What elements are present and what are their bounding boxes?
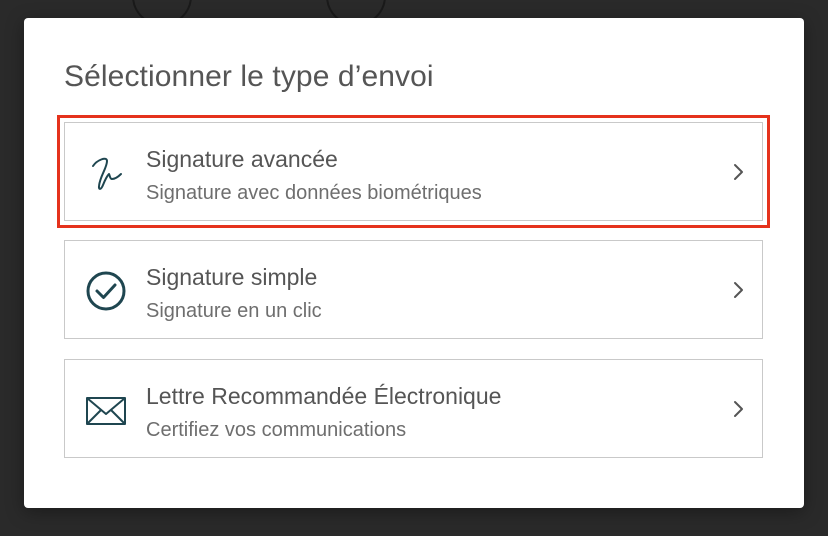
option-title: Signature avancée [146,146,338,172]
chevron-right-icon [728,161,748,183]
option-subtitle: Signature avec données biométriques [146,182,482,204]
chevron-right-icon [728,279,748,301]
dialog-title: Sélectionner le type d’envoi [64,60,434,93]
send-type-dialog: Sélectionner le type d’envoi Signature a… [24,18,804,508]
option-title: Signature simple [146,264,318,290]
chevron-right-icon [728,398,748,420]
option-advanced-signature[interactable]: Signature avancée Signature avec données… [57,115,770,228]
option-simple-signature[interactable]: Signature simple Signature en un clic [64,240,763,339]
signature-pen-icon [85,152,127,194]
option-title: Lettre Recommandée Électronique [146,383,502,409]
option-subtitle: Certifiez vos communications [146,419,407,441]
envelope-icon [85,389,127,431]
check-circle-icon [85,270,127,312]
option-registered-letter[interactable]: Lettre Recommandée Électronique Certifie… [64,359,763,458]
option-subtitle: Signature en un clic [146,300,322,322]
